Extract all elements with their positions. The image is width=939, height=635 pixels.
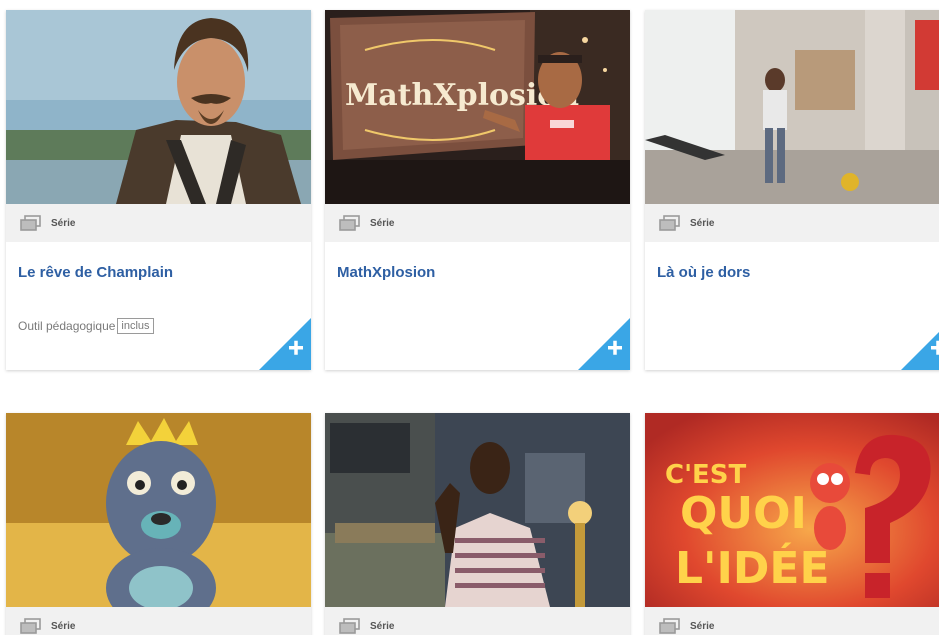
thumbnail-text-quoi: QUOI (680, 488, 807, 539)
series-card[interactable]: Série (325, 413, 630, 635)
series-card[interactable]: Série Le rêve de Champlain Outil pédagog… (6, 10, 311, 370)
thumbnail-text: C'EST (665, 460, 747, 490)
type-bar: Série (325, 607, 630, 635)
resource-label: Outil pédagogique (18, 319, 116, 333)
type-label: Série (51, 217, 76, 229)
type-bar: Série (325, 204, 630, 242)
series-icon (659, 618, 680, 634)
plus-icon (578, 318, 630, 370)
resource-info: Outil pédagogique inclus (18, 318, 154, 334)
series-icon (339, 215, 360, 231)
plus-icon (901, 332, 939, 370)
type-label: Série (690, 620, 715, 632)
thumbnail-text-lidee: L'IDÉE (675, 541, 830, 594)
series-thumbnail[interactable]: MathXplosion (325, 10, 630, 204)
type-bar: Série (6, 607, 311, 635)
series-icon (20, 618, 41, 634)
type-label: Série (51, 620, 76, 632)
series-thumbnail[interactable]: C'EST QUOI L'IDÉE (645, 413, 939, 607)
card-title[interactable]: Là où je dors (645, 242, 939, 281)
type-bar: Série (645, 204, 939, 242)
series-icon (659, 215, 680, 231)
add-button[interactable] (259, 318, 311, 370)
card-title[interactable]: MathXplosion (325, 242, 630, 281)
card-title[interactable]: Le rêve de Champlain (6, 242, 311, 281)
series-thumbnail[interactable] (325, 413, 630, 607)
type-bar: Série (645, 607, 939, 635)
type-label: Série (370, 620, 395, 632)
plus-icon (259, 318, 311, 370)
series-card[interactable]: MathXplosion Série MathXplosion (325, 10, 630, 370)
add-button[interactable] (901, 318, 939, 370)
series-icon (339, 618, 360, 634)
series-thumbnail[interactable] (6, 10, 311, 204)
series-thumbnail[interactable] (645, 10, 939, 204)
series-icon (20, 215, 41, 231)
type-label: Série (690, 217, 715, 229)
type-label: Série (370, 217, 395, 229)
type-bar: Série (6, 204, 311, 242)
add-button[interactable] (578, 318, 630, 370)
series-card[interactable]: Série Là où je dors (645, 10, 939, 370)
included-badge: inclus (117, 318, 154, 334)
series-card[interactable]: Série (6, 413, 311, 635)
series-thumbnail[interactable] (6, 413, 311, 607)
series-card[interactable]: C'EST QUOI L'IDÉE Série (645, 413, 939, 635)
